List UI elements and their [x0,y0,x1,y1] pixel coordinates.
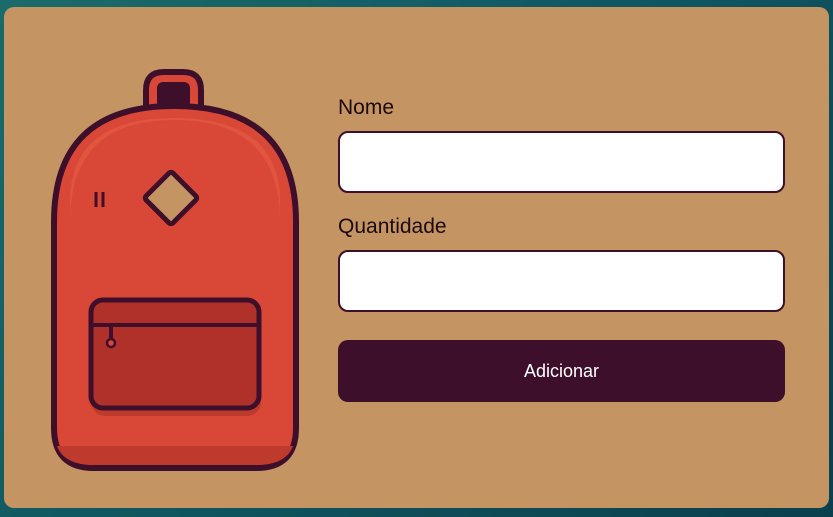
form-card: Nome Quantidade Adicionar [4,7,829,508]
quantity-input[interactable] [338,250,785,312]
add-button[interactable]: Adicionar [338,340,785,402]
quantity-label: Quantidade [338,215,447,238]
name-input[interactable] [338,131,785,193]
add-item-form: Nome Quantidade Adicionar [338,95,785,402]
name-label: Nome [338,96,395,119]
backpack-pocket [88,297,262,411]
backpack-illustration [51,69,299,471]
